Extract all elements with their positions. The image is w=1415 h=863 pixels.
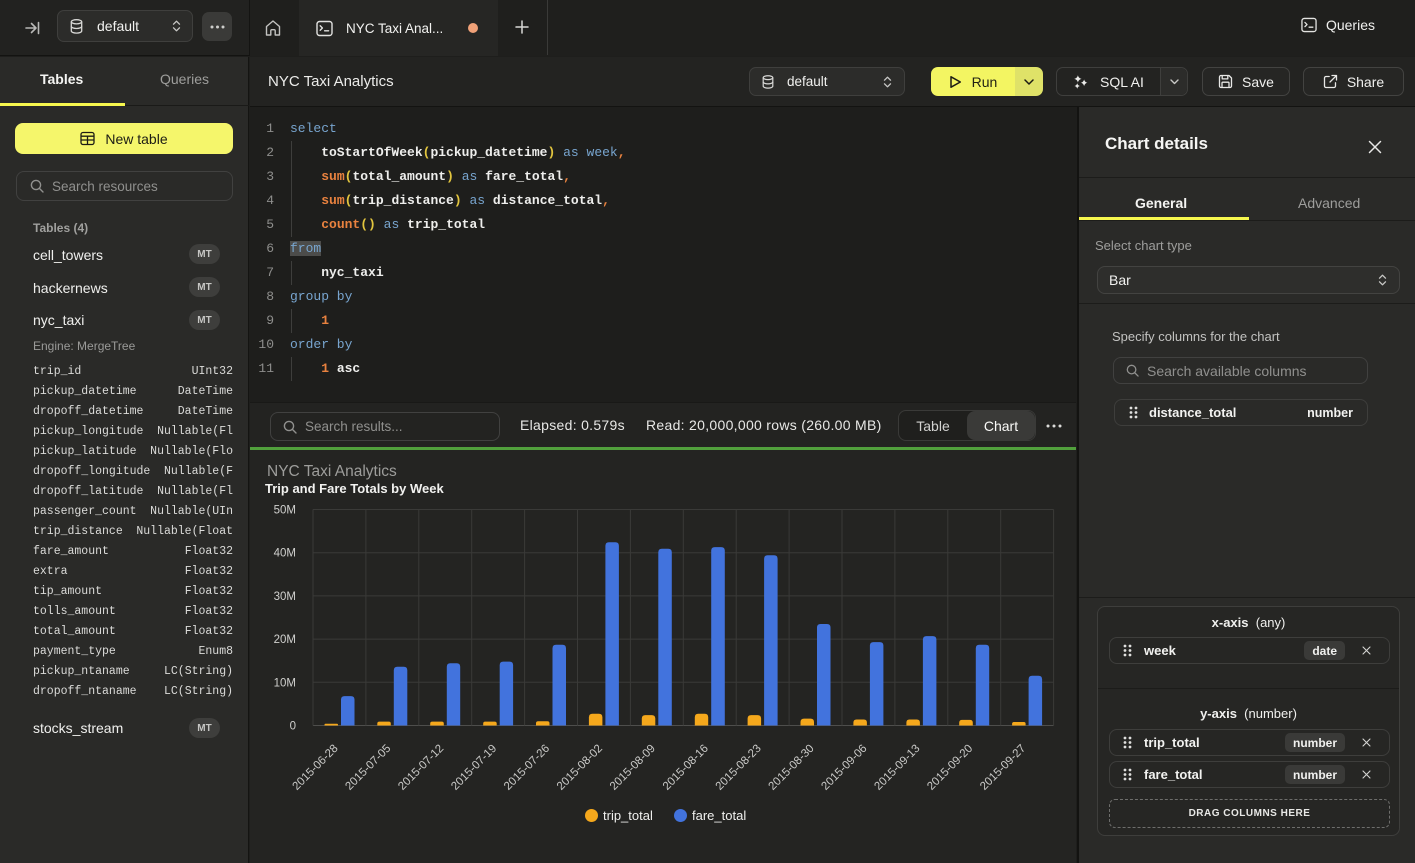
svg-text:2015-07-26: 2015-07-26: [502, 743, 552, 793]
svg-text:2015-09-27: 2015-09-27: [978, 743, 1028, 793]
svg-text:2015-08-23: 2015-08-23: [714, 743, 764, 793]
svg-text:2015-07-05: 2015-07-05: [343, 743, 393, 793]
svg-text:2015-08-16: 2015-08-16: [661, 743, 711, 793]
svg-text:2015-08-30: 2015-08-30: [767, 743, 817, 793]
svg-text:2015-09-06: 2015-09-06: [819, 743, 869, 793]
svg-text:30M: 30M: [274, 591, 296, 603]
svg-text:2015-09-13: 2015-09-13: [872, 743, 922, 793]
svg-text:50M: 50M: [274, 505, 296, 517]
svg-text:trip_total: trip_total: [603, 808, 653, 823]
svg-text:10M: 10M: [274, 677, 296, 689]
svg-text:fare_total: fare_total: [692, 808, 746, 823]
svg-text:2015-08-02: 2015-08-02: [555, 743, 605, 793]
svg-text:2015-07-12: 2015-07-12: [396, 743, 446, 793]
svg-text:40M: 40M: [274, 548, 296, 560]
svg-text:0: 0: [290, 721, 296, 733]
svg-text:20M: 20M: [274, 634, 296, 646]
svg-text:2015-09-20: 2015-09-20: [925, 743, 975, 793]
svg-text:2015-08-09: 2015-08-09: [608, 743, 658, 793]
svg-text:2015-07-19: 2015-07-19: [449, 743, 499, 793]
svg-text:2015-06-28: 2015-06-28: [291, 743, 341, 793]
